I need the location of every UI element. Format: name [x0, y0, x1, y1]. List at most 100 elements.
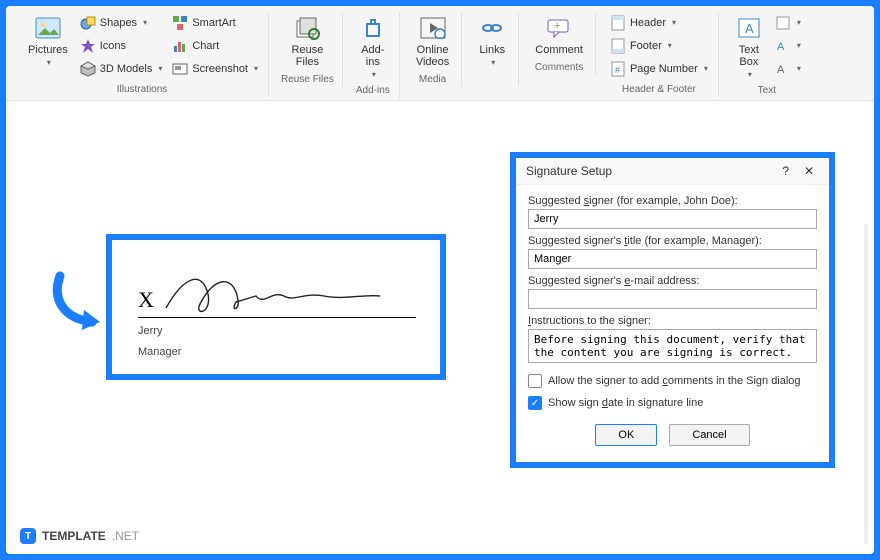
- shapes-button[interactable]: Shapes▾: [78, 12, 165, 34]
- chart-button[interactable]: Chart: [170, 35, 260, 57]
- online-videos-button[interactable]: Online Videos: [412, 12, 453, 70]
- icons-label: Icons: [100, 36, 126, 56]
- ok-button[interactable]: OK: [595, 424, 657, 446]
- text-small-3[interactable]: A▾: [773, 58, 803, 80]
- group-addins-label: Add-ins: [356, 85, 390, 96]
- checkbox-icon: [528, 374, 542, 388]
- screenshot-label: Screenshot: [192, 59, 248, 79]
- addins-button[interactable]: Add- ins▾: [355, 12, 391, 81]
- text-box-icon: A: [735, 14, 763, 42]
- icons-icon: [80, 38, 96, 54]
- text-small-2[interactable]: A▾: [773, 35, 803, 57]
- group-reuse-label: Reuse Files: [281, 74, 334, 85]
- text-small-1[interactable]: ▾: [773, 12, 803, 34]
- svg-text:#: #: [615, 65, 620, 75]
- group-illustrations-label: Illustrations: [117, 84, 168, 95]
- label-signer-email: Suggested signer's e-mail address:: [528, 275, 817, 287]
- links-button[interactable]: Links▾: [474, 12, 510, 69]
- annotation-arrow-icon: [48, 268, 108, 343]
- smartart-label: SmartArt: [192, 13, 235, 33]
- reuse-files-icon: [293, 14, 321, 42]
- checkbox-allow-comments-label: Allow the signer to add comments in the …: [548, 375, 801, 387]
- scrollbar[interactable]: [864, 224, 868, 544]
- pictures-icon: [34, 14, 62, 42]
- group-illustrations: Pictures ▾ Shapes▾ Icons 3D Models▾: [16, 12, 269, 97]
- link-icon: [478, 14, 506, 42]
- group-media-label: Media: [419, 74, 446, 85]
- input-signer-email[interactable]: [528, 289, 817, 309]
- footer-brand: T TEMPLATE .NET: [20, 528, 139, 544]
- chart-label: Chart: [192, 36, 219, 56]
- cube-icon: [80, 61, 96, 77]
- checkbox-allow-comments[interactable]: Allow the signer to add comments in the …: [528, 374, 817, 388]
- svg-text:A: A: [777, 64, 785, 76]
- svg-text:A: A: [777, 41, 785, 53]
- shapes-label: Shapes: [100, 13, 137, 33]
- checkbox-checked-icon: ✓: [528, 396, 542, 410]
- group-media: Online Videos Media: [404, 12, 462, 87]
- video-icon: [419, 14, 447, 42]
- smartart-button[interactable]: SmartArt: [170, 12, 260, 34]
- label-signer-title: Suggested signer's title (for example, M…: [528, 235, 817, 247]
- group-comments-label: Comments: [535, 62, 583, 73]
- dialog-title: Signature Setup: [526, 164, 612, 178]
- group-text: A Text Box▾ ▾ A▾ A▾ Text: [723, 12, 811, 98]
- chart-icon: [172, 38, 188, 54]
- page-number-label: Page Number: [630, 59, 698, 79]
- page-number-button[interactable]: # Page Number▾: [608, 58, 710, 80]
- signature-line: X: [138, 258, 416, 318]
- wordart-icon: A: [775, 38, 791, 54]
- header-label: Header: [630, 13, 666, 33]
- comment-button[interactable]: + Comment: [531, 12, 587, 58]
- reuse-files-label: Reuse Files: [292, 44, 324, 68]
- help-button[interactable]: ?: [776, 164, 796, 178]
- shapes-icon: [80, 15, 96, 31]
- 3d-models-label: 3D Models: [100, 59, 153, 79]
- 3d-models-button[interactable]: 3D Models▾: [78, 58, 165, 80]
- input-suggested-signer[interactable]: [528, 209, 817, 229]
- addins-icon: [359, 14, 387, 42]
- comment-label: Comment: [535, 44, 583, 56]
- footer-brand-text: TEMPLATE: [42, 529, 106, 543]
- footer-button[interactable]: Footer▾: [608, 35, 710, 57]
- footer-net: .NET: [112, 529, 139, 543]
- text-box-button[interactable]: A Text Box▾: [731, 12, 767, 81]
- cancel-button[interactable]: Cancel: [669, 424, 749, 446]
- signature-script-icon: [164, 266, 384, 323]
- checkbox-show-date-label: Show sign date in signature line: [548, 397, 703, 409]
- signature-x: X: [138, 287, 154, 313]
- group-text-label: Text: [758, 85, 776, 96]
- label-instructions: Instructions to the signer:: [528, 315, 817, 327]
- footer-icon: [610, 38, 626, 54]
- input-signer-title[interactable]: [528, 249, 817, 269]
- group-header-footer: Header▾ Footer▾ # Page Number▾ Header & …: [600, 12, 719, 97]
- reuse-files-button[interactable]: Reuse Files: [288, 12, 328, 70]
- label-suggested-signer: Suggested signer (for example, John Doe)…: [528, 195, 817, 207]
- addins-label: Add- ins: [361, 44, 384, 68]
- checkbox-show-date[interactable]: ✓ Show sign date in signature line: [528, 396, 817, 410]
- close-button[interactable]: ✕: [799, 164, 819, 178]
- group-reuse-files: Reuse Files Reuse Files: [273, 12, 343, 87]
- group-hf-label: Header & Footer: [622, 84, 696, 95]
- pictures-button[interactable]: Pictures ▾: [24, 12, 72, 69]
- input-instructions[interactable]: [528, 329, 817, 363]
- dropcap-icon: A: [775, 61, 791, 77]
- screenshot-button[interactable]: Screenshot▾: [170, 58, 260, 80]
- svg-text:A: A: [745, 21, 754, 36]
- app-window: Pictures ▾ Shapes▾ Icons 3D Models▾: [6, 6, 874, 554]
- template-logo-icon: T: [20, 528, 36, 544]
- quickparts-icon: [775, 15, 791, 31]
- signature-line-box[interactable]: X Jerry Manager: [106, 234, 446, 380]
- text-box-label: Text Box: [739, 44, 759, 68]
- icons-button[interactable]: Icons: [78, 35, 165, 57]
- signature-title: Manager: [138, 345, 416, 360]
- comment-icon: +: [545, 14, 573, 42]
- links-label: Links: [479, 44, 505, 56]
- group-comments: + Comment Comments: [523, 12, 596, 75]
- signature-name: Jerry: [138, 324, 416, 339]
- group-links: Links▾: [466, 12, 519, 86]
- dialog-titlebar: Signature Setup ? ✕: [516, 158, 829, 184]
- header-button[interactable]: Header▾: [608, 12, 710, 34]
- screenshot-icon: [172, 61, 188, 77]
- online-videos-label: Online Videos: [416, 44, 449, 68]
